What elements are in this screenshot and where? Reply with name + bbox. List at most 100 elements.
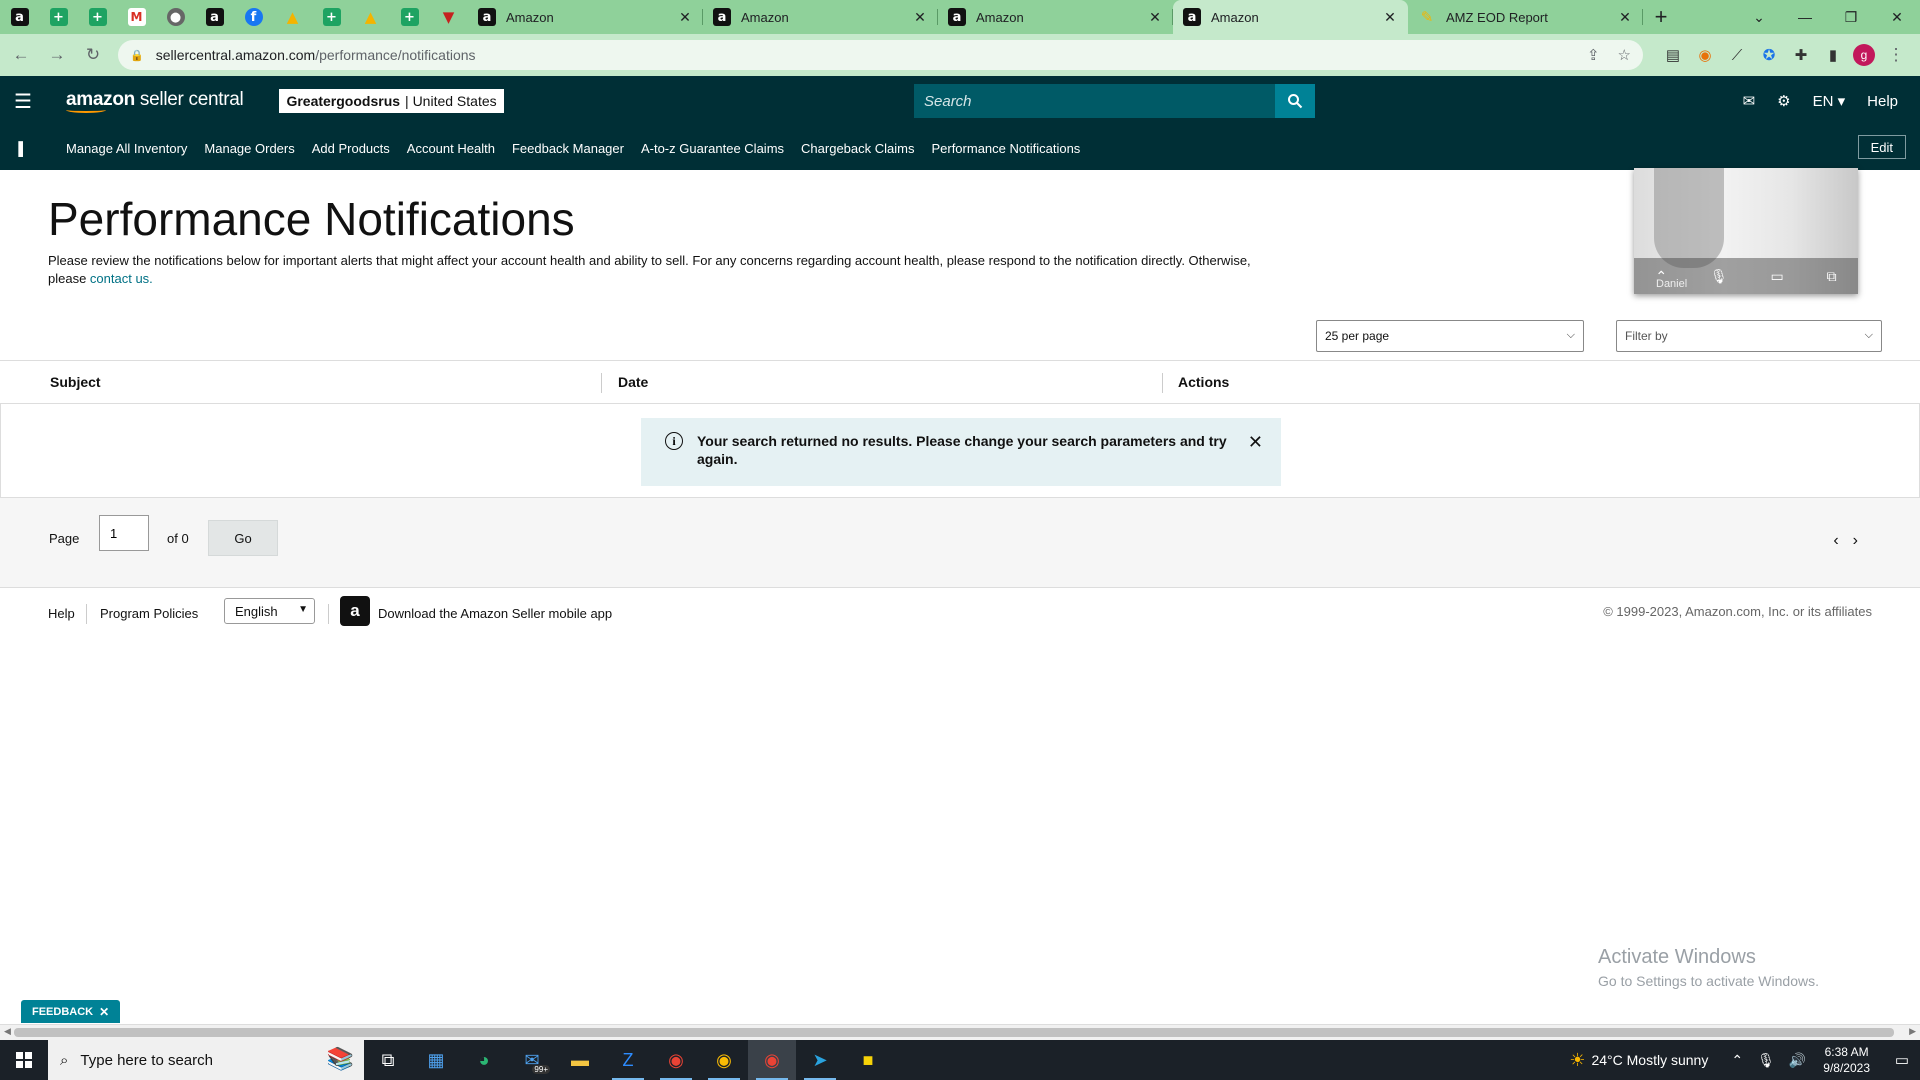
chrome-icon[interactable]: ◉	[748, 1040, 796, 1080]
pinned-tab[interactable]: ▲	[351, 0, 390, 34]
pinned-tab[interactable]: +	[39, 0, 78, 34]
pinned-tab[interactable]: f	[234, 0, 273, 34]
extension-off-icon[interactable]: ▤	[1657, 46, 1689, 64]
side-panel-icon[interactable]: ▮	[1817, 46, 1849, 64]
back-button[interactable]: ←	[6, 45, 36, 65]
chrome-icon[interactable]: ◉	[700, 1040, 748, 1080]
mail-icon[interactable]: ✉	[1743, 92, 1756, 110]
pinned-tab[interactable]: +	[312, 0, 351, 34]
profile-avatar[interactable]: g	[1853, 44, 1875, 66]
language-selector[interactable]: EN ▾	[1813, 92, 1846, 110]
extension-blue-icon[interactable]: ✪	[1753, 46, 1785, 64]
horizontal-scrollbar[interactable]: ◀ ▶	[0, 1024, 1920, 1040]
scroll-right-icon[interactable]: ▶	[1909, 1026, 1916, 1037]
browser-tab[interactable]: a Amazon ✕	[938, 0, 1173, 34]
edge-icon[interactable]: ◕	[460, 1040, 508, 1080]
microphone-icon[interactable]: 🎙	[1757, 1052, 1775, 1069]
mail-icon[interactable]: ✉ 99+	[508, 1040, 556, 1080]
close-tab-icon[interactable]: ✕	[1617, 9, 1633, 26]
pinned-tab[interactable]: ●	[156, 0, 195, 34]
reload-button[interactable]: ↻	[78, 45, 108, 65]
filter-select[interactable]: Filter by ⌵	[1616, 320, 1882, 352]
settings-gear-icon[interactable]: ⚙	[1777, 92, 1790, 110]
search-input[interactable]	[914, 84, 1275, 118]
close-tab-icon[interactable]: ✕	[912, 9, 928, 26]
download-app-link[interactable]: Download the Amazon Seller mobile app	[378, 606, 612, 621]
scroll-left-icon[interactable]: ◀	[4, 1026, 11, 1037]
feedback-tab[interactable]: FEEDBACK ✕	[21, 1000, 121, 1023]
mic-muted-icon[interactable]: 🎙	[1710, 268, 1728, 285]
pinned-tab[interactable]: a	[0, 0, 39, 34]
new-tab-button[interactable]: +	[1643, 0, 1679, 34]
lock-icon[interactable]: 🔒	[130, 49, 144, 62]
nav-link[interactable]: Manage Orders	[204, 141, 294, 156]
browser-menu-icon[interactable]: ⋮	[1881, 45, 1911, 65]
chevron-left-icon[interactable]: ‹	[1833, 532, 1852, 549]
tab-search-icon[interactable]: ⌄	[1736, 0, 1782, 34]
column-subject[interactable]: Subject	[50, 374, 101, 390]
chevron-up-icon[interactable]: ⌃	[1731, 1052, 1743, 1069]
scrollbar-thumb[interactable]	[14, 1028, 1894, 1037]
store-icon[interactable]: ▦	[412, 1040, 460, 1080]
browser-tab[interactable]: a Amazon ✕	[1173, 0, 1408, 34]
telegram-icon[interactable]: ➤	[796, 1040, 844, 1080]
per-page-select[interactable]: 25 per page ⌵	[1316, 320, 1584, 352]
pinned-tab[interactable]: ▼	[429, 0, 468, 34]
zoom-icon[interactable]: Z	[604, 1040, 652, 1080]
extension-arrow-icon[interactable]: ⟋	[1721, 47, 1753, 64]
pinned-tab[interactable]: +	[78, 0, 117, 34]
browser-tab[interactable]: ✎ AMZ EOD Report ✕	[1408, 0, 1643, 34]
minimize-button[interactable]: —	[1782, 0, 1828, 34]
account-switcher[interactable]: Greatergoodsrus | United States	[279, 89, 504, 113]
share-icon[interactable]: ⇪	[1587, 46, 1600, 64]
restore-button[interactable]: ❐	[1828, 0, 1874, 34]
nav-link[interactable]: Performance Notifications	[931, 141, 1080, 156]
go-button[interactable]: Go	[208, 520, 278, 556]
pinned-tab[interactable]: M	[117, 0, 156, 34]
task-view-icon[interactable]: ⧉	[364, 1040, 412, 1080]
hamburger-menu-icon[interactable]: ☰	[0, 89, 46, 114]
column-date[interactable]: Date	[618, 374, 648, 390]
close-tab-icon[interactable]: ✕	[1382, 9, 1398, 26]
pinned-tab[interactable]: +	[390, 0, 429, 34]
chevron-right-icon[interactable]: ›	[1853, 532, 1872, 549]
program-policies-link[interactable]: Program Policies	[100, 606, 198, 621]
seller-central-logo[interactable]: amazon seller central	[66, 89, 244, 113]
address-bar[interactable]: 🔒 sellercentral.amazon.com/performance/n…	[118, 40, 1643, 70]
nav-link[interactable]: Account Health	[407, 141, 495, 156]
edit-nav-button[interactable]: Edit	[1857, 135, 1906, 159]
footer-language-select[interactable]: English ▼	[224, 598, 315, 624]
browser-tab[interactable]: a Amazon ✕	[703, 0, 938, 34]
contact-us-link[interactable]: contact us.	[90, 271, 153, 286]
footer-help-link[interactable]: Help	[48, 606, 75, 621]
file-explorer-icon[interactable]: ▬	[556, 1040, 604, 1080]
popout-icon[interactable]: ⧉	[1827, 268, 1837, 285]
bookmark-icon[interactable]: ▌	[0, 141, 46, 156]
taskbar-search[interactable]: ⌕ Type here to search 📚	[48, 1040, 364, 1080]
clock[interactable]: 6:38 AM 9/8/2023	[1823, 1044, 1870, 1076]
nav-link[interactable]: Feedback Manager	[512, 141, 624, 156]
help-link[interactable]: Help	[1867, 93, 1898, 110]
video-call-overlay[interactable]: ⌃ 🎙 ▭ ⧉ Daniel	[1634, 168, 1858, 294]
page-number-input[interactable]	[99, 515, 149, 551]
nav-link[interactable]: Chargeback Claims	[801, 141, 914, 156]
camera-icon[interactable]: ▭	[1771, 268, 1784, 285]
sticky-notes-icon[interactable]: ■	[844, 1040, 892, 1080]
chrome-icon[interactable]: ◉	[652, 1040, 700, 1080]
search-icon[interactable]	[1275, 84, 1315, 118]
weather-widget[interactable]: ☀ 24°C Mostly sunny	[1569, 1050, 1708, 1071]
volume-icon[interactable]: 🔊	[1789, 1052, 1806, 1069]
close-tab-icon[interactable]: ✕	[677, 9, 693, 26]
bookmark-star-icon[interactable]: ☆	[1618, 46, 1631, 64]
nav-link[interactable]: Add Products	[312, 141, 390, 156]
browser-tab[interactable]: a Amazon ✕	[468, 0, 703, 34]
close-tab-icon[interactable]: ✕	[1147, 9, 1163, 26]
windows-start-icon[interactable]	[0, 1052, 48, 1068]
extension-color-icon[interactable]: ◉	[1689, 46, 1721, 64]
close-window-button[interactable]: ✕	[1874, 0, 1920, 34]
seller-app-icon[interactable]: a	[340, 596, 370, 626]
forward-button[interactable]: →	[42, 45, 72, 65]
close-icon[interactable]: ✕	[1248, 432, 1263, 453]
nav-link[interactable]: Manage All Inventory	[66, 141, 187, 156]
notifications-icon[interactable]: ▭	[1884, 1051, 1920, 1069]
